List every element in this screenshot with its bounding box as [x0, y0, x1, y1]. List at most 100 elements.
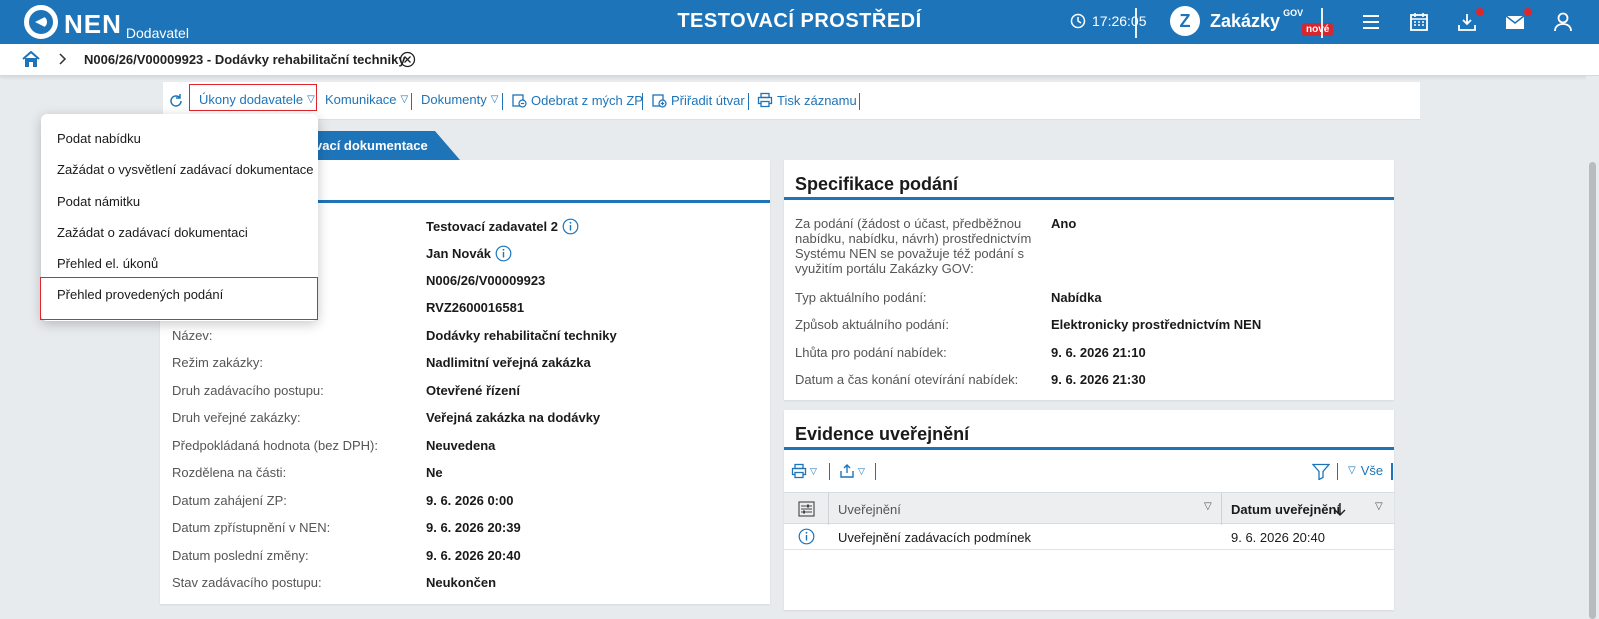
divider: [1135, 8, 1137, 38]
detail-label: Datum zpřístupnění v NEN:: [172, 520, 331, 535]
refresh-icon[interactable]: [168, 93, 184, 109]
detail-value: Jan Novák: [426, 246, 492, 261]
action-toolbar: Úkony dodavatele ▽ Komunikace ▽ Dokument…: [163, 82, 1420, 120]
notification-dot: [1476, 8, 1484, 16]
detail-value: Veřejná zakázka na dodávky: [426, 410, 601, 425]
publication-name: Uveřejnění zadávacích podmínek: [838, 530, 1031, 545]
print-icon: [757, 92, 773, 108]
notification-dot: [1524, 8, 1532, 16]
info-icon[interactable]: [495, 245, 512, 262]
komunikace-button[interactable]: Komunikace ▽: [325, 92, 408, 107]
detail-label: Datum zahájení ZP:: [172, 493, 287, 508]
zakazky-gov: GOV: [1283, 8, 1304, 18]
page-scrollbar[interactable]: [1586, 76, 1599, 619]
home-icon[interactable]: [22, 51, 40, 68]
tisk-zaznamu-button[interactable]: Tisk záznamu: [757, 92, 857, 108]
table-header: Uveřejnění ▽ Datum uveřejnění ▽: [784, 492, 1394, 525]
detail-value: N006/26/V00009923: [426, 273, 546, 288]
publication-date: 9. 6. 2026 20:40: [1231, 530, 1325, 545]
odebrat-button[interactable]: Odebrat z mých ZP: [511, 92, 643, 108]
mail-icon[interactable]: [1504, 8, 1532, 33]
menu-item-prehled-el-ukonu[interactable]: Přehled el. úkonů: [57, 256, 158, 271]
filter-all-button[interactable]: ▽ Vše: [1348, 463, 1383, 478]
spec-value: Ano: [1051, 216, 1077, 231]
detail-value: 9. 6. 2026 20:40: [426, 548, 521, 563]
zakazky-logo-icon: Z: [1170, 6, 1200, 36]
info-icon[interactable]: [798, 528, 815, 545]
detail-value: 9. 6. 2026 20:39: [426, 520, 521, 535]
chevron-right-icon: [59, 53, 67, 65]
menu-item-podat-namitku[interactable]: Podat námitku: [57, 194, 140, 209]
close-icon[interactable]: [399, 51, 416, 68]
spec-title: Specifikace podání: [784, 160, 1394, 200]
priradit-utvar-label: Přiřadit útvar: [671, 92, 745, 108]
detail-label: Předpokládaná hodnota (bez DPH):: [172, 438, 378, 453]
tisk-zaznamu-label: Tisk záznamu: [777, 92, 857, 108]
print-menu-button[interactable]: ▽: [791, 463, 817, 479]
top-icons: [1360, 8, 1574, 33]
zakazky-label: Zakázky: [1210, 10, 1281, 31]
triangle-down-icon: ▽: [400, 94, 409, 105]
spec-value: Nabídka: [1051, 290, 1102, 305]
detail-value: Nadlimitní veřejná zakázka: [426, 355, 591, 370]
print-icon: [791, 463, 807, 479]
menu-item-zadost-zd[interactable]: Zažádat o zadávací dokumentaci: [57, 225, 248, 240]
zakazky-gov-link[interactable]: Z Zakázky GOV nové: [1170, 6, 1334, 36]
spec-value: Elektronicky prostřednictvím NEN: [1051, 317, 1262, 332]
menu-item-zadost-vysvetleni[interactable]: Zažádat o vysvětlení zadávací dokumentac…: [57, 162, 314, 177]
breadcrumb-current[interactable]: N006/26/V00009923 - Dodávky rehabilitačn…: [84, 52, 406, 67]
calendar-icon[interactable]: [1408, 11, 1430, 33]
evidence-title: Evidence uveřejnění: [784, 410, 1394, 450]
logo-text: NEN: [64, 9, 122, 39]
triangle-down-icon: ▽: [858, 465, 865, 476]
spec-panel: Specifikace podání Za podání (žádost o ú…: [784, 160, 1394, 400]
filter-icon[interactable]: [1312, 463, 1330, 480]
nen-logo[interactable]: NEN Dodavatel: [24, 5, 189, 41]
priradit-utvar-button[interactable]: Přiřadit útvar: [651, 92, 745, 108]
spec-value: 9. 6. 2026 21:30: [1051, 372, 1146, 387]
column-header-publication[interactable]: Uveřejnění: [838, 502, 901, 517]
detail-label: Režim zakázky:: [172, 355, 264, 370]
triangle-down-icon[interactable]: ▽: [1375, 501, 1383, 512]
detail-value: 9. 6. 2026 0:00: [426, 493, 514, 508]
detail-label: Datum poslední změny:: [172, 548, 309, 563]
clock-time: 17:26:05: [1092, 13, 1147, 29]
triangle-down-icon: ▽: [490, 94, 499, 105]
column-header-date[interactable]: Datum uveřejnění: [1231, 502, 1340, 517]
column-settings-icon[interactable]: [798, 501, 815, 517]
sort-down-icon[interactable]: [1334, 502, 1346, 516]
triangle-down-icon: ▽: [810, 465, 817, 476]
detail-label: Název:: [172, 328, 213, 343]
dokumenty-label: Dokumenty: [421, 92, 487, 107]
export-menu-button[interactable]: ▽: [839, 463, 865, 479]
breadcrumb: N006/26/V00009923 - Dodávky rehabilitačn…: [0, 44, 1599, 76]
menu-item-podat-nabidku[interactable]: Podat nabídku: [57, 131, 141, 146]
detail-label: Rozdělena na části:: [172, 465, 287, 480]
odebrat-label: Odebrat z mých ZP: [531, 92, 643, 108]
detail-value: Testovací zadavatel 2: [426, 219, 558, 234]
dokumenty-button[interactable]: Dokumenty ▽: [421, 92, 498, 107]
divider: [1321, 8, 1323, 38]
table-row[interactable]: Uveřejnění zadávacích podmínek 9. 6. 202…: [784, 524, 1394, 550]
remove-folder-icon: [512, 94, 527, 108]
scrollbar-thumb[interactable]: [1589, 162, 1596, 619]
menu-icon[interactable]: [1360, 11, 1382, 33]
clock-icon: [1070, 13, 1086, 29]
detail-label: Stav zadávacího postupu:: [172, 575, 322, 590]
ukony-highlight: [189, 84, 317, 111]
menu-item-highlight: [40, 277, 318, 320]
filter-all-label: Vše: [1360, 463, 1384, 478]
info-icon[interactable]: [562, 218, 579, 235]
detail-value: Neukončen: [426, 575, 497, 590]
download-icon[interactable]: [1456, 8, 1484, 33]
logo-subtitle: Dodavatel: [125, 25, 189, 41]
evidence-panel: Evidence uveřejnění ▽ ▽ ▽ Vše Uveřejnění…: [784, 410, 1394, 610]
export-icon: [840, 464, 854, 478]
triangle-down-icon: ▽: [1348, 465, 1356, 476]
spec-label: Datum a čas konání otevírání nabídek:: [795, 372, 1019, 387]
user-icon[interactable]: [1552, 11, 1574, 33]
spec-value: 9. 6. 2026 21:10: [1051, 345, 1146, 360]
detail-value: Ne: [426, 465, 443, 480]
triangle-down-icon[interactable]: ▽: [1204, 501, 1212, 512]
spec-label: Způsob aktuálního podání:: [795, 317, 949, 332]
